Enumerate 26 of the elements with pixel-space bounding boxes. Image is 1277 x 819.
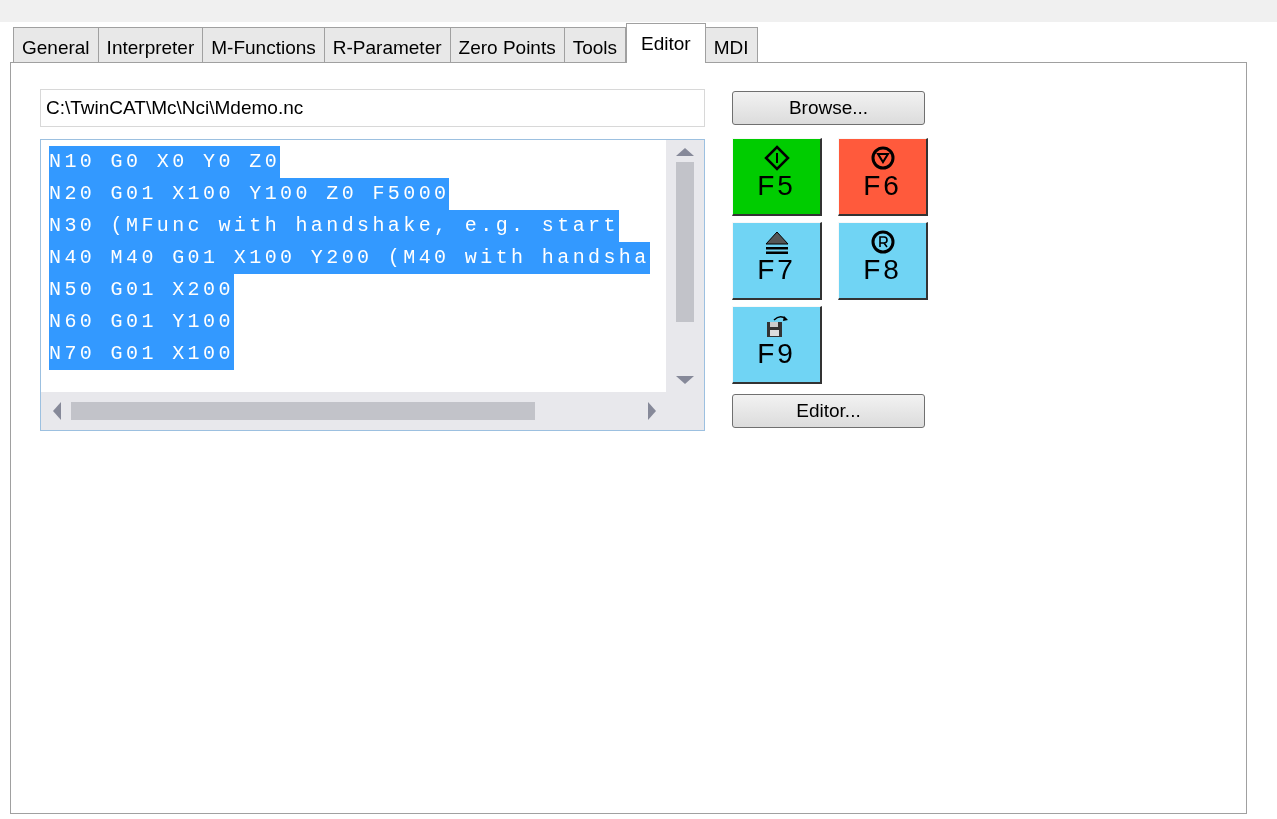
scroll-thumb[interactable]	[71, 402, 535, 420]
tab[interactable]: Tools	[563, 27, 627, 62]
tab[interactable]: M-Functions	[202, 27, 325, 62]
tab[interactable]: R-Parameter	[323, 27, 451, 62]
function-key-button[interactable]: F8	[838, 222, 928, 300]
function-key-button[interactable]: F9	[732, 306, 822, 384]
circled-r-icon	[869, 229, 896, 255]
eject-icon	[763, 229, 790, 255]
tab[interactable]: Zero Points	[449, 27, 565, 62]
browse-button[interactable]: Browse...	[732, 91, 925, 125]
function-key-button[interactable]: F6	[838, 138, 928, 216]
scroll-left-icon[interactable]	[53, 402, 61, 420]
file-path-field[interactable]: C:\TwinCAT\Mc\Nci\Mdemo.nc	[40, 89, 705, 127]
function-key-button[interactable]: F5	[732, 138, 822, 216]
scroll-thumb[interactable]	[676, 162, 694, 322]
scroll-right-icon[interactable]	[648, 402, 656, 420]
tab[interactable]: Editor	[626, 23, 706, 63]
tab[interactable]: Interpreter	[97, 27, 204, 62]
horizontal-scrollbar[interactable]	[41, 392, 704, 430]
editor-button[interactable]: Editor...	[732, 394, 925, 428]
scroll-down-icon[interactable]	[676, 376, 694, 384]
tab[interactable]: General	[13, 27, 99, 62]
function-key-button[interactable]: F7	[732, 222, 822, 300]
diamond-icon	[763, 145, 790, 171]
vertical-scrollbar[interactable]	[666, 140, 704, 392]
tab[interactable]: MDI	[704, 27, 758, 62]
